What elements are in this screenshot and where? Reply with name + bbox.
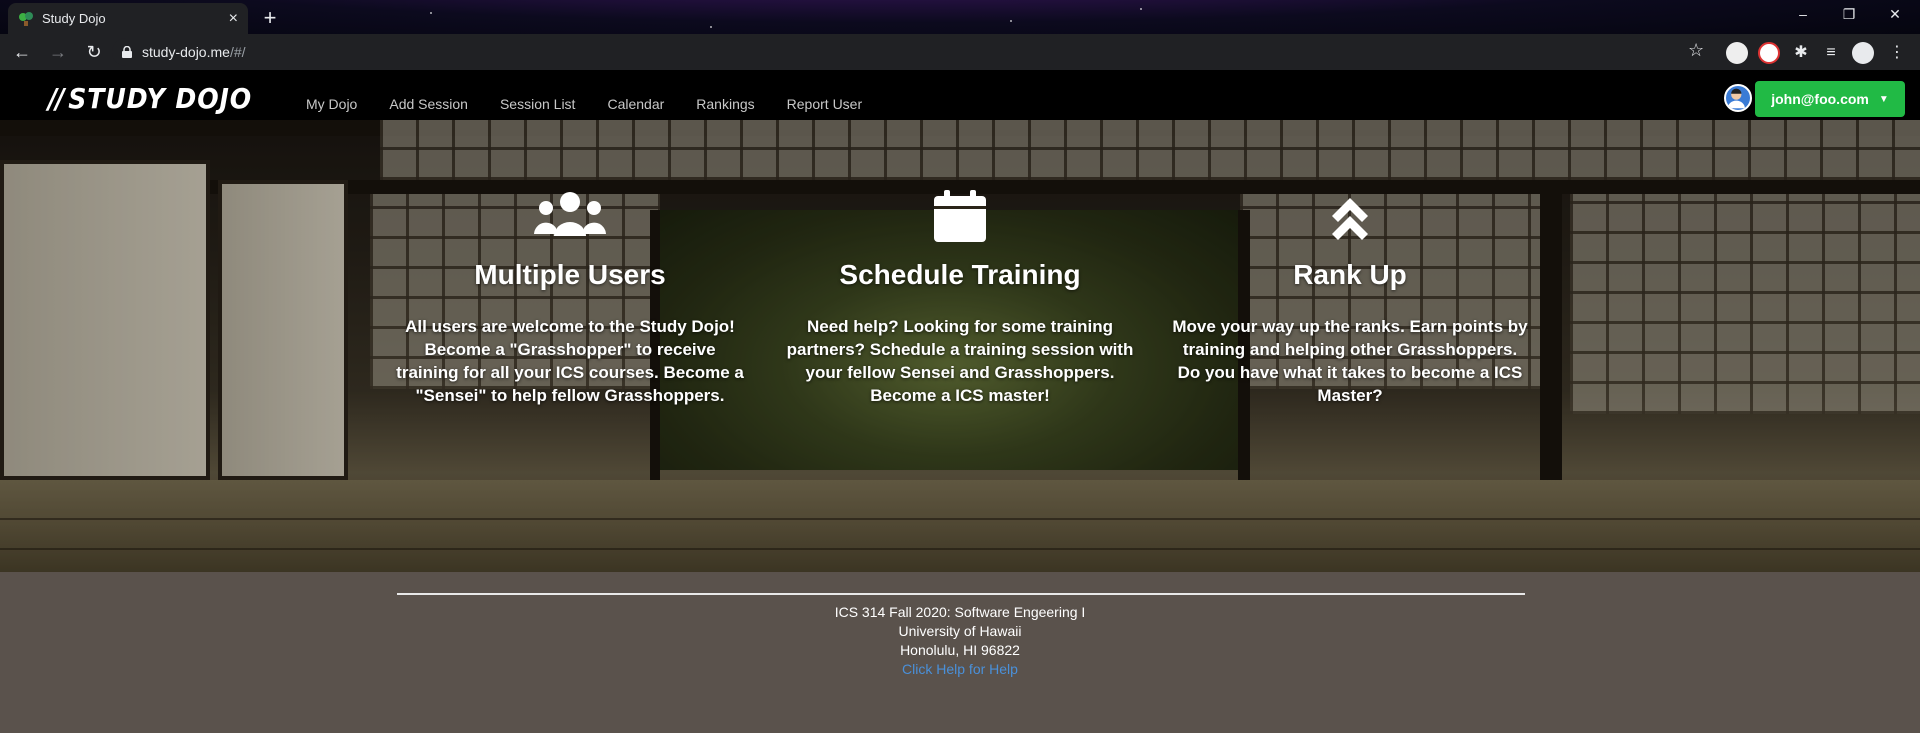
- site-footer: ICS 314 Fall 2020: Software Engeering I …: [0, 572, 1920, 733]
- feature-schedule-training: Schedule Training Need help? Looking for…: [770, 120, 1150, 407]
- calendar-icon: [934, 190, 986, 242]
- feature-line: Master?: [1317, 386, 1383, 405]
- feature-title: Schedule Training: [839, 259, 1081, 290]
- footer-university: University of Hawaii: [898, 623, 1022, 639]
- decorative-star: [1010, 20, 1012, 22]
- decorative-star: [1140, 8, 1142, 10]
- main-nav: My Dojo Add Session Session List Calenda…: [290, 96, 878, 112]
- puzzle-icon[interactable]: ✱: [1790, 42, 1812, 64]
- study-dojo-logo[interactable]: //STUDY DOJO: [48, 82, 252, 115]
- user-email: john@foo.com: [1771, 91, 1869, 107]
- nav-add-session[interactable]: Add Session: [389, 96, 468, 112]
- tab-title: Study Dojo: [42, 11, 106, 26]
- caret-down-icon: ▼: [1878, 93, 1889, 105]
- feature-description: All users are welcome to the Study Dojo!…: [380, 315, 760, 407]
- address-bar[interactable]: study-dojo.me/#/: [112, 38, 1702, 66]
- feature-multiple-users: Multiple Users All users are welcome to …: [380, 120, 760, 407]
- browser-tab-strip: Study Dojo × + – ❐ ✕: [0, 0, 1920, 34]
- footer-divider: [397, 593, 1525, 595]
- user-dropdown-button[interactable]: john@foo.com ▼: [1755, 81, 1905, 117]
- nav-report-user[interactable]: Report User: [787, 96, 862, 112]
- feature-line: Become a "Grasshopper" to receive: [424, 340, 716, 359]
- feature-line: Move your way up the ranks. Earn points …: [1172, 317, 1528, 336]
- forward-icon[interactable]: →: [44, 38, 72, 66]
- nav-session-list[interactable]: Session List: [500, 96, 575, 112]
- feature-title: Multiple Users: [474, 259, 666, 290]
- footer-course: ICS 314 Fall 2020: Software Engeering I: [834, 604, 1086, 620]
- feature-line: Need help? Looking for some training: [806, 317, 1114, 336]
- feature-line: your fellow Sensei and Grasshoppers.: [805, 363, 1115, 382]
- footer-address: Honolulu, HI 96822: [900, 642, 1020, 658]
- back-icon[interactable]: ←: [8, 38, 36, 66]
- url-path: /#/: [229, 44, 246, 60]
- extension-icon[interactable]: [1758, 42, 1780, 64]
- reload-icon[interactable]: ↻: [80, 38, 108, 66]
- chevrons-up-icon: [1332, 198, 1368, 240]
- close-tab-icon[interactable]: ×: [229, 10, 238, 28]
- profile-icon[interactable]: [1852, 42, 1874, 64]
- user-avatar-icon: [1727, 88, 1745, 109]
- nav-rankings[interactable]: Rankings: [696, 96, 754, 112]
- nav-my-dojo[interactable]: My Dojo: [306, 96, 357, 112]
- feature-rank-up: Rank Up Move your way up the ranks. Earn…: [1160, 120, 1540, 407]
- decorative-star: [710, 26, 712, 28]
- feature-line: Become a ICS master!: [870, 386, 1050, 405]
- feature-line: "Sensei" to help fellow Grasshoppers.: [415, 386, 725, 405]
- reading-list-icon[interactable]: ≡: [1820, 42, 1842, 64]
- extension-icon[interactable]: [1726, 42, 1748, 64]
- feature-line: Do you have what it takes to become a IC…: [1177, 363, 1523, 382]
- browser-tab[interactable]: Study Dojo ×: [8, 3, 248, 34]
- help-link[interactable]: Click Help for Help: [0, 660, 1920, 679]
- new-tab-button[interactable]: +: [256, 5, 284, 33]
- logo-mark-icon: //: [48, 82, 65, 115]
- site-navbar: //STUDY DOJO My Dojo Add Session Session…: [0, 70, 1920, 120]
- feature-line: partners? Schedule a training session wi…: [786, 340, 1134, 359]
- bonsai-favicon-icon: [19, 11, 33, 26]
- close-window-icon[interactable]: ✕: [1872, 0, 1918, 30]
- minimize-icon[interactable]: –: [1780, 0, 1826, 30]
- restore-icon[interactable]: ❐: [1826, 0, 1872, 30]
- decorative-star: [430, 12, 432, 14]
- footer-text: ICS 314 Fall 2020: Software Engeering I …: [0, 603, 1920, 679]
- users-icon: [534, 192, 606, 236]
- logo-text: STUDY DOJO: [68, 82, 253, 115]
- url-host: study-dojo.me: [142, 44, 230, 60]
- feature-line: training for all your ICS courses. Becom…: [396, 363, 744, 382]
- feature-description: Need help? Looking for some training par…: [770, 315, 1150, 407]
- bookmark-star-icon[interactable]: ☆: [1688, 40, 1704, 61]
- browser-toolbar: ← → ↻ study-dojo.me/#/ ☆ ✱ ≡ ⋮: [0, 34, 1920, 70]
- feature-description: Move your way up the ranks. Earn points …: [1160, 315, 1540, 407]
- hero-section: Multiple Users All users are welcome to …: [0, 120, 1920, 572]
- avatar[interactable]: [1724, 84, 1752, 112]
- feature-line: All users are welcome to the Study Dojo!: [405, 317, 735, 336]
- nav-calendar[interactable]: Calendar: [607, 96, 664, 112]
- feature-title: Rank Up: [1293, 259, 1407, 290]
- lock-icon: [122, 46, 132, 58]
- feature-line: training and helping other Grasshoppers.: [1182, 340, 1518, 359]
- menu-icon[interactable]: ⋮: [1886, 42, 1908, 64]
